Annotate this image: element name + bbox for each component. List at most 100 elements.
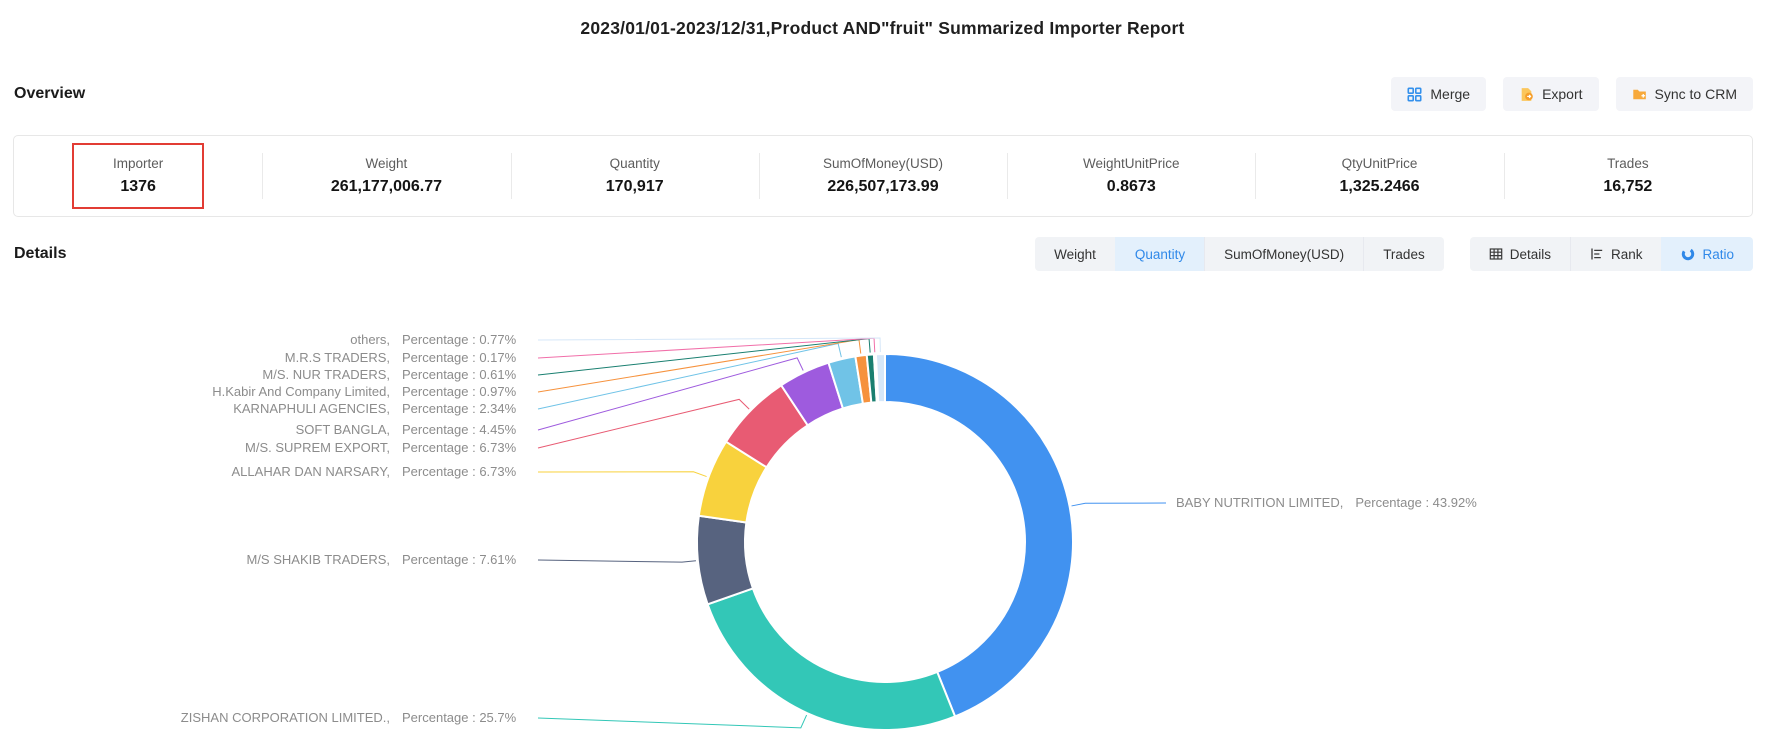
merge-icon bbox=[1407, 87, 1422, 102]
pie-label-name: others, bbox=[0, 330, 390, 350]
tab-trades[interactable]: Trades bbox=[1363, 237, 1444, 271]
pie-label: M.R.S TRADERS,Percentage : 0.17% bbox=[0, 348, 540, 368]
pie-label-percentage: Percentage : 4.45% bbox=[402, 422, 516, 437]
rank-icon bbox=[1590, 247, 1604, 261]
pie-slice[interactable] bbox=[726, 385, 808, 467]
stat-value: 1,325.2466 bbox=[1340, 178, 1420, 196]
sync-to-crm-button-label: Sync to CRM bbox=[1655, 86, 1737, 102]
pie-label-name: M/S. SUPREM EXPORT, bbox=[0, 438, 390, 458]
stat-value: 16,752 bbox=[1603, 178, 1652, 196]
pie-slice[interactable] bbox=[874, 354, 878, 402]
pie-label-name: SOFT BANGLA, bbox=[0, 420, 390, 440]
pie-label-percentage: Percentage : 0.77% bbox=[402, 332, 516, 347]
stat-value: 170,917 bbox=[606, 178, 664, 196]
stat-label: Quantity bbox=[610, 156, 660, 171]
pie-label-percentage: Percentage : 7.61% bbox=[402, 552, 516, 567]
pie-label: ZISHAN CORPORATION LIMITED., Percentage :… bbox=[0, 708, 540, 728]
pie-label-line bbox=[538, 338, 875, 358]
pie-label-name: H.Kabir And Company Limited, bbox=[0, 382, 390, 402]
pie-label: ALLAHAR DAN NARSARY,Percentage : 6.73% bbox=[0, 462, 540, 482]
pie-label-line bbox=[538, 560, 696, 562]
pie-label: SOFT BANGLA, Percentage : 4.45% bbox=[0, 420, 540, 440]
pie-label-percentage: Percentage : 0.17% bbox=[402, 350, 516, 365]
view-tab-ratio-label: Ratio bbox=[1702, 247, 1734, 262]
pie-label: KARNAPHULI AGENCIES, Percentage : 2.34% bbox=[0, 399, 540, 419]
pie-slice[interactable] bbox=[708, 588, 955, 730]
stat-label: WeightUnitPrice bbox=[1083, 156, 1180, 171]
pie-label-line bbox=[538, 715, 807, 728]
stat-label: QtyUnitPrice bbox=[1342, 156, 1418, 171]
pie-label-line bbox=[538, 358, 803, 430]
stat-weight: Weight 261,177,006.77 bbox=[262, 136, 510, 216]
pie-label-percentage: Percentage : 25.7% bbox=[402, 710, 516, 725]
stat-value: 226,507,173.99 bbox=[827, 178, 938, 196]
stat-value: 0.8673 bbox=[1107, 178, 1156, 196]
pie-slice[interactable] bbox=[699, 442, 767, 523]
stat-qty-unit-price: QtyUnitPrice 1,325.2466 bbox=[1255, 136, 1503, 216]
sync-folder-icon bbox=[1632, 87, 1647, 102]
pie-label-line bbox=[538, 340, 861, 392]
pie-slice[interactable] bbox=[885, 354, 1073, 716]
export-button-label: Export bbox=[1542, 86, 1582, 102]
pie-slice[interactable] bbox=[697, 516, 753, 605]
pie-label-percentage: Percentage : 43.92% bbox=[1355, 495, 1476, 510]
tab-sum-of-money-label: SumOfMoney(USD) bbox=[1224, 247, 1344, 262]
overview-stats-card: Importer 1376 Weight 261,177,006.77 Quan… bbox=[13, 135, 1753, 217]
view-tab-rank-label: Rank bbox=[1611, 247, 1643, 262]
pie-label-line bbox=[538, 343, 841, 409]
pie-label-line bbox=[538, 339, 870, 375]
tab-sum-of-money[interactable]: SumOfMoney(USD) bbox=[1204, 237, 1363, 271]
tab-weight[interactable]: Weight bbox=[1035, 237, 1115, 271]
pie-slice[interactable] bbox=[781, 363, 843, 426]
pie-label-line bbox=[538, 338, 880, 352]
pie-label-name: KARNAPHULI AGENCIES, bbox=[0, 399, 390, 419]
stat-label: Trades bbox=[1607, 156, 1649, 171]
importer-highlight-box: Importer 1376 bbox=[72, 143, 204, 209]
table-icon bbox=[1489, 247, 1503, 261]
sync-to-crm-button[interactable]: Sync to CRM bbox=[1616, 77, 1753, 111]
stat-trades: Trades 16,752 bbox=[1504, 136, 1752, 216]
stat-label: Weight bbox=[366, 156, 408, 171]
pie-label-line bbox=[1072, 503, 1166, 506]
pie-slice[interactable] bbox=[828, 356, 862, 408]
pie-label: others, Percentage : 0.77% bbox=[0, 330, 540, 350]
pie-label-line bbox=[538, 472, 707, 477]
pie-slice[interactable] bbox=[876, 354, 885, 402]
export-icon bbox=[1519, 87, 1534, 102]
pie-label: M/S SHAKIB TRADERS, Percentage : 7.61% bbox=[0, 550, 540, 570]
pie-label-name: ZISHAN CORPORATION LIMITED., bbox=[0, 708, 390, 728]
metric-tabs: Weight Quantity SumOfMoney(USD) Trades bbox=[1035, 237, 1444, 271]
overview-actions: Merge Export bbox=[1391, 77, 1753, 111]
overview-header: Overview Merge bbox=[14, 76, 1753, 112]
details-controls: Weight Quantity SumOfMoney(USD) Trades bbox=[1035, 237, 1753, 271]
view-tab-rank[interactable]: Rank bbox=[1570, 237, 1662, 271]
pie-label-name: M/S SHAKIB TRADERS, bbox=[0, 550, 390, 570]
view-tabs: Details Rank Ratio bbox=[1470, 237, 1753, 271]
tab-quantity-label: Quantity bbox=[1135, 247, 1185, 262]
stat-weight-unit-price: WeightUnitPrice 0.8673 bbox=[1007, 136, 1255, 216]
tab-weight-label: Weight bbox=[1054, 247, 1096, 262]
pie-slice[interactable] bbox=[855, 355, 871, 404]
pie-label-name: M/S. NUR TRADERS, bbox=[0, 365, 390, 385]
pie-label-percentage: Percentage : 0.97% bbox=[402, 384, 516, 399]
view-tab-ratio[interactable]: Ratio bbox=[1661, 237, 1753, 271]
stat-sum-of-money: SumOfMoney(USD) 226,507,173.99 bbox=[759, 136, 1007, 216]
details-header: Details Weight Quantity SumOfMoney(USD) … bbox=[14, 236, 1753, 272]
pie-label-name: BABY NUTRITION LIMITED, bbox=[1176, 495, 1343, 510]
pie-label: M/S. NUR TRADERS, Percentage : 0.61% bbox=[0, 365, 540, 385]
view-tab-details[interactable]: Details bbox=[1470, 237, 1570, 271]
tab-quantity[interactable]: Quantity bbox=[1115, 237, 1204, 271]
pie-slice[interactable] bbox=[867, 354, 877, 402]
pie-label-percentage: Percentage : 6.73% bbox=[402, 440, 516, 455]
pie-label-percentage: Percentage : 2.34% bbox=[402, 401, 516, 416]
pie-label: M/S. SUPREM EXPORT, Percentage : 6.73% bbox=[0, 438, 540, 458]
pie-label-percentage: Percentage : 0.61% bbox=[402, 367, 516, 382]
pie-label: H.Kabir And Company Limited, Percentage :… bbox=[0, 382, 540, 402]
summarized-importer-report-page: 2023/01/01-2023/12/31,Product AND"fruit"… bbox=[0, 0, 1765, 741]
pie-label-name: ALLAHAR DAN NARSARY, bbox=[0, 462, 390, 482]
merge-button[interactable]: Merge bbox=[1391, 77, 1486, 111]
stat-label: Importer bbox=[113, 156, 163, 171]
stat-label: SumOfMoney(USD) bbox=[823, 156, 943, 171]
ratio-icon bbox=[1681, 247, 1695, 261]
export-button[interactable]: Export bbox=[1503, 77, 1598, 111]
